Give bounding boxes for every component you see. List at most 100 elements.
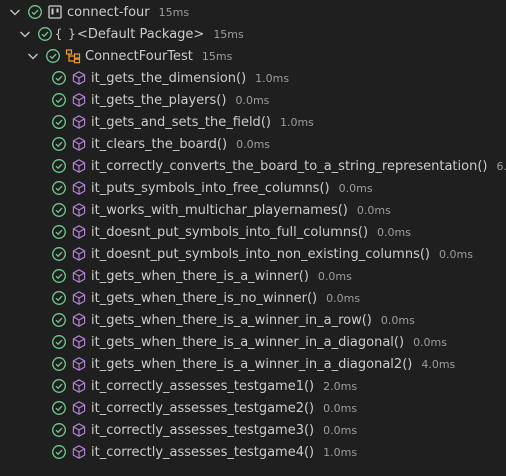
passed-icon [51,334,67,350]
passed-icon [51,136,67,152]
test-duration: 0.0ms [323,423,358,437]
test-duration: 0.0ms [338,181,373,195]
passed-icon [37,26,53,42]
test-item[interactable]: it_correctly_assesses_testgame3() 0.0ms [0,419,506,441]
test-duration: 0.0ms [377,225,411,239]
method-icon [71,202,87,218]
method-icon [71,422,87,438]
test-label: it_gets_the_players() [91,92,227,108]
test-label: it_gets_when_there_is_a_winner() [91,268,309,284]
test-label: it_gets_when_there_is_a_winner_in_a_diag… [91,356,413,372]
test-item[interactable]: it_gets_when_there_is_no_winner() 0.0ms [0,287,506,309]
test-label: it_gets_the_dimension() [91,70,247,86]
passed-icon [51,70,67,86]
test-item[interactable]: it_puts_symbols_into_free_columns() 0.0ms [0,177,506,199]
test-duration: 1.0ms [279,115,314,129]
passed-icon [51,312,67,328]
test-label: it_gets_and_sets_the_field() [91,114,271,130]
test-label: it_correctly_assesses_testgame3() [91,422,315,438]
tree-item-root[interactable]: connect-four 15ms [0,1,506,23]
test-label: it_gets_when_there_is_no_winner() [91,290,318,306]
test-label: it_works_with_multichar_playernames() [91,202,348,218]
test-item[interactable]: it_gets_when_there_is_a_winner_in_a_diag… [0,353,506,375]
test-label: it_correctly_assesses_testgame4() [91,444,315,460]
test-duration: 2.0ms [323,379,358,393]
method-icon [71,158,87,174]
test-label: it_gets_when_there_is_a_winner_in_a_diag… [91,334,405,350]
package-label: <Default Package> [77,26,205,42]
test-duration: 0.0ms [235,93,270,107]
passed-icon [51,444,67,460]
passed-icon [51,158,67,174]
method-icon [71,378,87,394]
test-item[interactable]: it_correctly_assesses_testgame1() 2.0ms [0,375,506,397]
passed-icon [51,202,67,218]
test-item[interactable]: it_gets_when_there_is_a_winner_in_a_row(… [0,309,506,331]
passed-icon [51,378,67,394]
test-duration: 0.0ms [317,269,352,283]
test-duration: 0.0ms [323,401,358,415]
test-item[interactable]: it_correctly_assesses_testgame2() 0.0ms [0,397,506,419]
test-duration: 6.0ms [496,159,506,173]
class-icon [65,48,81,64]
test-duration: 0.0ms [413,335,448,349]
method-icon [71,180,87,196]
class-label: ConnectFourTest [85,48,193,64]
method-icon [71,246,87,262]
method-icon [71,268,87,284]
method-icon [71,444,87,460]
chevron-down-icon[interactable] [17,26,33,42]
class-duration: 15ms [201,49,233,63]
root-label: connect-four [67,4,150,20]
project-icon [47,4,63,20]
test-item[interactable]: it_doesnt_put_symbols_into_full_columns(… [0,221,506,243]
passed-icon [51,224,67,240]
passed-icon [51,92,67,108]
passed-icon [51,290,67,306]
passed-icon [51,422,67,438]
passed-icon [51,400,67,416]
method-icon [71,224,87,240]
passed-icon [27,4,43,20]
passed-icon [51,180,67,196]
test-item[interactable]: it_correctly_assesses_testgame4() 1.0ms [0,441,506,463]
test-item[interactable]: it_gets_when_there_is_a_winner_in_a_diag… [0,331,506,353]
method-icon [71,312,87,328]
method-icon [71,136,87,152]
method-icon [71,114,87,130]
test-item[interactable]: it_doesnt_put_symbols_into_non_existing_… [0,243,506,265]
method-icon [71,92,87,108]
passed-icon [51,246,67,262]
test-duration: 0.0ms [438,247,473,261]
passed-icon [51,356,67,372]
test-list: it_gets_the_dimension() 1.0ms it_gets_the_… [0,67,506,463]
passed-icon [45,48,61,64]
test-label: it_clears_the_board() [91,136,228,152]
method-icon [71,334,87,350]
test-duration: 0.0ms [356,203,391,217]
test-item[interactable]: it_clears_the_board() 0.0ms [0,133,506,155]
method-icon [71,400,87,416]
tree-item-class[interactable]: ConnectFourTest 15ms [0,45,506,67]
test-label: it_correctly_assesses_testgame1() [91,378,315,394]
test-duration: 0.0ms [326,291,361,305]
test-duration: 4.0ms [421,357,456,371]
chevron-down-icon[interactable] [25,48,41,64]
test-item[interactable]: it_gets_the_players() 0.0ms [0,89,506,111]
chevron-down-icon[interactable] [7,4,23,20]
root-duration: 15ms [158,5,190,19]
test-item[interactable]: it_gets_the_dimension() 1.0ms [0,67,506,89]
tree-item-package[interactable]: { } <Default Package> 15ms [0,23,506,45]
method-icon [71,290,87,306]
test-item[interactable]: it_gets_and_sets_the_field() 1.0ms [0,111,506,133]
package-braces-icon: { } [54,27,76,41]
test-explorer-tree: connect-four 15ms { } <Default Package> … [0,1,506,463]
method-icon [71,356,87,372]
test-label: it_correctly_converts_the_board_to_a_str… [91,158,488,174]
test-item[interactable]: it_works_with_multichar_playernames() 0.0… [0,199,506,221]
test-item[interactable]: it_correctly_converts_the_board_to_a_str… [0,155,506,177]
test-label: it_puts_symbols_into_free_columns() [91,180,330,196]
package-duration: 15ms [213,27,244,41]
test-label: it_doesnt_put_symbols_into_non_existing_… [91,246,430,262]
test-item[interactable]: it_gets_when_there_is_a_winner() 0.0ms [0,265,506,287]
